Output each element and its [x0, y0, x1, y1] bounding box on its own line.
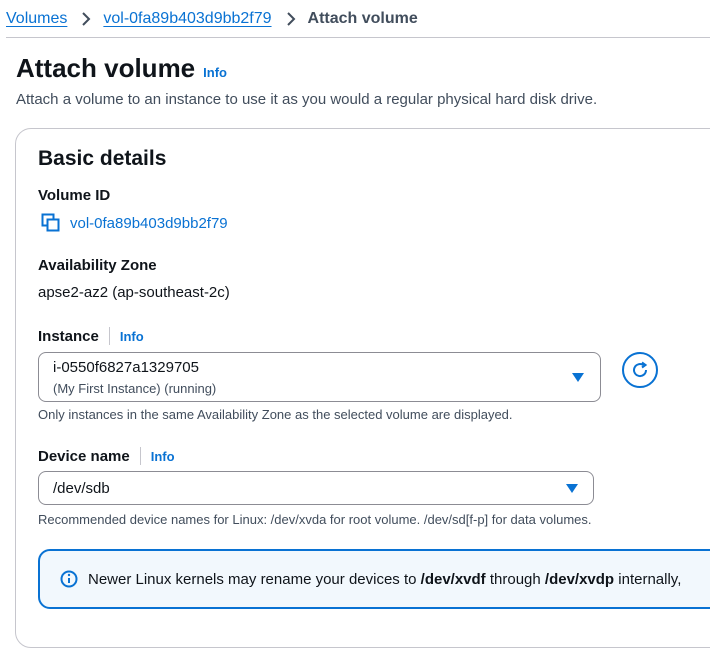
breadcrumb-volumes-link[interactable]: Volumes: [6, 10, 67, 28]
label-divider: [108, 327, 110, 345]
instance-select-value: i-0550f6827a1329705: [53, 359, 199, 376]
chevron-right-icon: [81, 11, 91, 26]
az-label-text: Availability Zone: [38, 257, 157, 274]
label-divider: [139, 447, 141, 465]
instance-select-sub: (My First Instance) (running): [53, 381, 217, 396]
az-label: Availability Zone: [38, 257, 157, 274]
instance-hint: Only instances in the same Availability …: [38, 407, 513, 422]
device-name-select[interactable]: /dev/sdb: [38, 471, 594, 505]
copy-icon[interactable]: [40, 212, 62, 234]
device-label: Device name Info: [38, 447, 175, 465]
device-info-link[interactable]: Info: [151, 449, 175, 464]
alert-suffix: internally,: [614, 570, 682, 588]
alert-dev2: /dev/xvdp: [544, 570, 615, 588]
instance-info-link[interactable]: Info: [120, 329, 144, 344]
volume-id-label: Volume ID: [38, 187, 110, 204]
info-circle-icon: [60, 570, 78, 588]
breadcrumb-volume-link[interactable]: vol-0fa89b403d9bb2f79: [103, 10, 271, 28]
page-header: Attach volume Info: [16, 53, 227, 84]
device-label-text: Device name: [38, 447, 130, 465]
caret-down-icon: [566, 484, 578, 493]
instance-label: Instance Info: [38, 327, 144, 345]
page-description: Attach a volume to an instance to use it…: [16, 91, 598, 108]
refresh-icon: [630, 360, 650, 380]
instance-select[interactable]: i-0550f6827a1329705 (My First Instance) …: [38, 352, 601, 402]
alert-text: Newer Linux kernels may rename your devi…: [88, 571, 681, 588]
caret-down-icon: [572, 373, 584, 382]
device-select-value: /dev/sdb: [53, 480, 110, 497]
breadcrumb-current: Attach volume: [307, 9, 418, 27]
breadcrumb: Volumes vol-0fa89b403d9bb2f79 Attach vol…: [6, 0, 710, 38]
section-title: Basic details: [38, 147, 167, 170]
device-hint: Recommended device names for Linux: /dev…: [38, 512, 592, 527]
az-value: apse2-az2 (ap-southeast-2c): [38, 284, 230, 301]
refresh-button[interactable]: [622, 352, 658, 388]
volume-id-link[interactable]: vol-0fa89b403d9bb2f79: [40, 212, 228, 234]
volume-id-label-text: Volume ID: [38, 187, 111, 204]
page-title: Attach volume: [16, 53, 196, 83]
info-alert: Newer Linux kernels may rename your devi…: [38, 549, 710, 609]
page-info-link[interactable]: Info: [203, 65, 227, 80]
chevron-right-icon: [286, 11, 296, 26]
alert-prefix: Newer Linux kernels may rename your devi…: [88, 570, 421, 588]
alert-dev1: /dev/xvdf: [420, 570, 486, 588]
instance-label-text: Instance: [38, 327, 99, 345]
volume-id-value[interactable]: vol-0fa89b403d9bb2f79: [70, 215, 228, 232]
alert-middle: through: [485, 570, 545, 588]
